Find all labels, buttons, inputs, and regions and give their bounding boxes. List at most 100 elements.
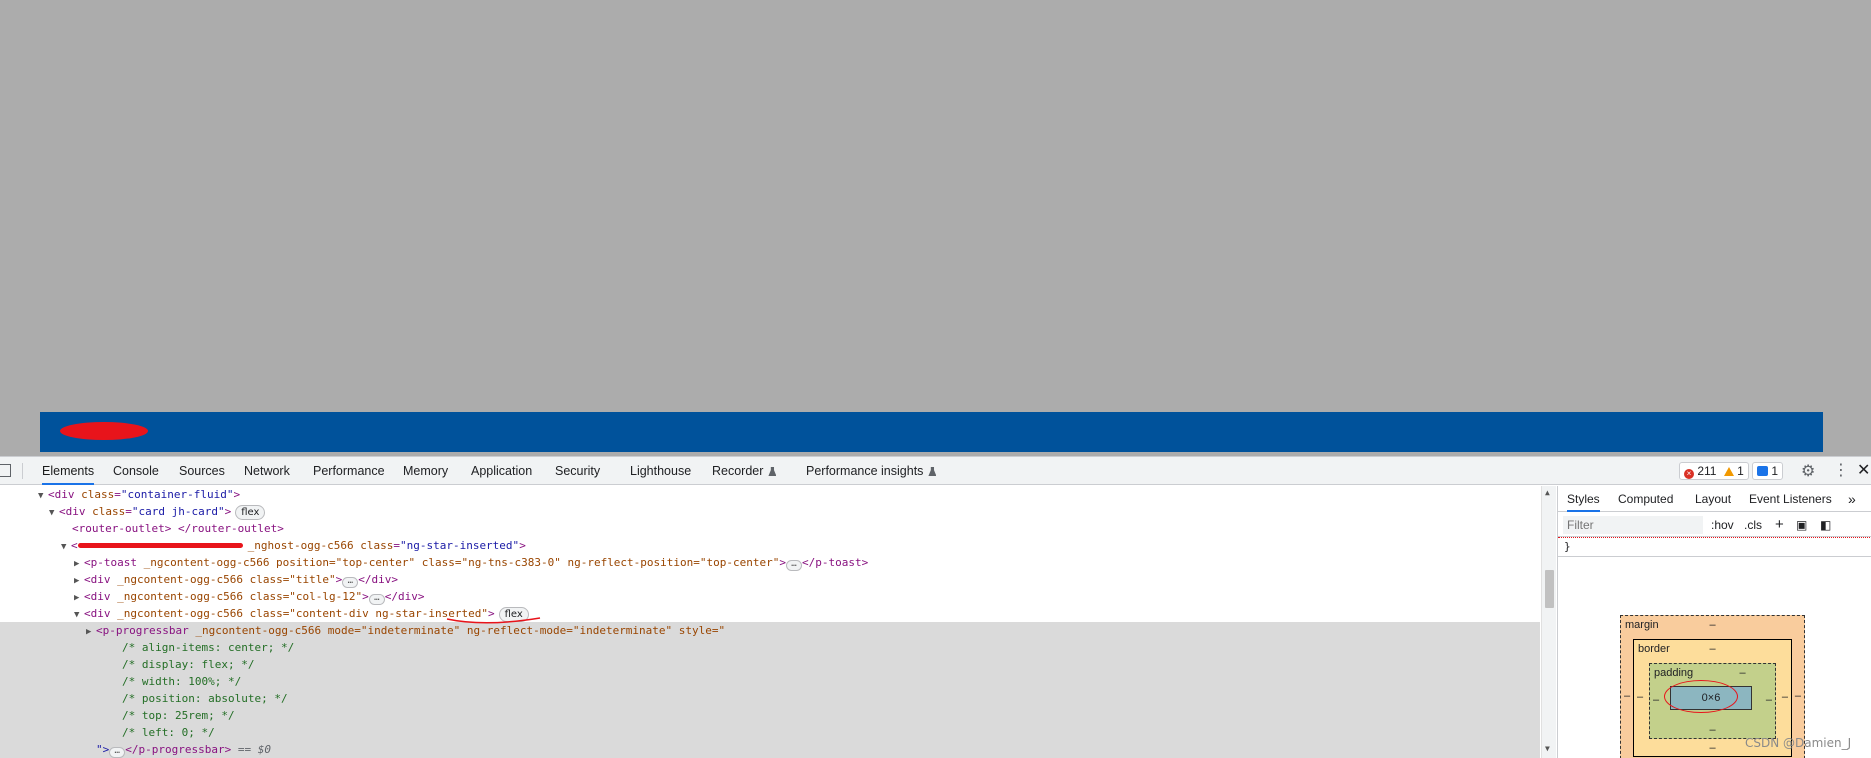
padding-bottom-value[interactable]: – [1650, 724, 1775, 736]
box-model-padding[interactable]: padding – – – – 0×6 [1649, 663, 1776, 739]
tab-label: Memory [403, 464, 449, 478]
tab-sources[interactable]: Sources [179, 457, 225, 485]
padding-top-value[interactable]: – [1680, 667, 1805, 679]
more-options-icon[interactable]: ⋮ [1833, 462, 1849, 478]
ellipsis-icon[interactable]: … [368, 594, 385, 605]
tab-label: Elements [42, 464, 95, 478]
tag-open: <div [84, 590, 118, 603]
tab-label: Computed [1618, 492, 1674, 506]
dom-node[interactable]: <router-outlet> </router-outlet> [72, 520, 284, 537]
class-toggle[interactable]: .cls [1744, 517, 1762, 533]
tab-network[interactable]: Network [244, 457, 290, 485]
padding-left-value[interactable]: – [1653, 694, 1659, 706]
sidebar-tabs: Styles Computed Layout Event Listeners » [1558, 486, 1871, 512]
tab-application[interactable]: Application [471, 457, 532, 485]
dom-node[interactable]: ▶ <div _ngcontent-ogg-c566 class="title">… [74, 571, 398, 588]
tag-open: <p-toast [84, 556, 144, 569]
border-top-value[interactable]: – [1634, 643, 1791, 655]
tag-close: </div> [384, 590, 425, 603]
tab-label: Layout [1695, 492, 1732, 506]
styles-filter-row: :hov .cls + ▣ ◧ [1558, 513, 1871, 537]
style-comment: /* left: 0; */ [122, 726, 215, 739]
dom-node-selected[interactable]: ▶ <p-progressbar _ngcontent-ogg-c566 mode… [0, 622, 1540, 639]
issues-counter[interactable]: 1 [1752, 462, 1784, 480]
dom-node[interactable]: ▼ <div class="container-fluid"> [38, 486, 240, 503]
element-state-icon[interactable]: ▣ [1796, 517, 1807, 533]
margin-right-value[interactable]: – [1795, 690, 1801, 702]
flex-badge[interactable]: flex [235, 505, 266, 520]
tag-close: </p-toast> [802, 556, 869, 569]
device-toolbar-icon[interactable] [0, 464, 11, 477]
dom-node[interactable]: ▶ <p-toast _ngcontent-ogg-c566 position="… [74, 554, 868, 571]
tag-close: </p-progressbar> [125, 743, 232, 756]
toggle-sidebar-icon[interactable]: ◧ [1820, 517, 1831, 533]
tab-styles[interactable]: Styles [1567, 486, 1600, 512]
attr-value: "ng-star-inserted" [399, 539, 520, 552]
margin-top-value[interactable]: – [1621, 619, 1804, 631]
redaction-mark [60, 422, 148, 440]
attr-end: "> [96, 743, 110, 756]
style-comment: /* align-items: center; */ [122, 641, 295, 654]
expanded-arrow-icon[interactable]: ▼ [61, 539, 71, 556]
tab-label: Console [113, 464, 159, 478]
tab-security[interactable]: Security [555, 457, 600, 485]
tag-open: <p-progressbar [96, 624, 196, 637]
style-comment-line: /* align-items: center; */ [0, 639, 1540, 656]
tab-console[interactable]: Console [113, 457, 159, 485]
console-counts[interactable]: × 211 1 [1679, 462, 1749, 480]
border-right-value[interactable]: – [1782, 691, 1788, 703]
scroll-thumb[interactable] [1545, 570, 1554, 608]
tab-layout[interactable]: Layout [1695, 486, 1731, 512]
tab-lighthouse[interactable]: Lighthouse [630, 457, 691, 485]
tag-open: <div [59, 505, 93, 518]
more-tabs-chevron-icon[interactable]: » [1848, 486, 1856, 512]
tab-computed[interactable]: Computed [1618, 486, 1673, 512]
flask-icon [928, 467, 937, 476]
dom-node[interactable]: ▼ <div class="card jh-card"> flex [49, 503, 266, 522]
attr-list: _nghost-ogg-c566 [247, 539, 361, 552]
style-comment: /* top: 25rem; */ [122, 709, 235, 722]
issues-count: 1 [1771, 464, 1779, 478]
tab-elements[interactable]: Elements [42, 457, 95, 485]
warning-count: 1 [1737, 464, 1744, 478]
tab-memory[interactable]: Memory [403, 457, 448, 485]
tab-recorder[interactable]: Recorder [712, 457, 777, 485]
close-icon[interactable]: ✕ [1857, 461, 1870, 479]
scroll-up-icon[interactable]: ▲ [1545, 488, 1550, 497]
tag-open: <div [84, 607, 118, 620]
ellipsis-icon[interactable]: … [342, 577, 359, 588]
attr-list: _ngcontent-ogg-c566 class="col-lg-12" [117, 590, 363, 603]
add-rule-icon[interactable]: + [1775, 517, 1784, 533]
attr-list: _ngcontent-ogg-c566 class="content-div n… [117, 607, 488, 620]
ellipsis-icon[interactable]: … [109, 747, 126, 758]
vertical-scrollbar[interactable]: ▲ ▼ [1541, 486, 1556, 758]
warning-icon [1723, 467, 1734, 476]
tag-open: <div [84, 573, 118, 586]
redaction-mark [78, 543, 243, 548]
dom-tree: ▼ <div class="container-fluid"> ▼ <div cla… [0, 486, 1556, 758]
ellipsis-icon[interactable]: … [786, 560, 802, 571]
tab-label: Event Listeners [1749, 492, 1832, 506]
settings-gear-icon[interactable]: ⚙ [1801, 463, 1815, 479]
margin-left-value[interactable]: – [1624, 690, 1630, 702]
tag-close: > [519, 539, 526, 552]
padding-right-value[interactable]: – [1766, 694, 1772, 706]
dom-node[interactable]: ▶ <div _ngcontent-ogg-c566 class="col-lg-… [74, 588, 425, 605]
style-comment-line: /* left: 0; */ [0, 724, 1540, 741]
style-comment: /* position: absolute; */ [122, 692, 288, 705]
expanded-arrow-icon[interactable]: ▼ [49, 505, 59, 522]
style-comment-line: /* top: 25rem; */ [0, 707, 1540, 724]
scroll-down-icon[interactable]: ▼ [1545, 744, 1550, 753]
styles-filter-input[interactable] [1563, 516, 1703, 534]
tab-performance[interactable]: Performance [313, 457, 385, 485]
tab-label: Performance insights [806, 464, 924, 478]
page-viewport [0, 0, 1871, 456]
tab-event-listeners[interactable]: Event Listeners [1749, 486, 1832, 512]
expanded-arrow-icon[interactable]: ▼ [38, 488, 48, 505]
border-left-value[interactable]: – [1637, 691, 1643, 703]
attr-value: "container-fluid" [120, 488, 234, 501]
hover-state-toggle[interactable]: :hov [1711, 517, 1734, 533]
dom-node-selected-end[interactable]: ">… </p-progressbar> == $0 [0, 741, 1540, 758]
tab-performance-insights[interactable]: Performance insights [806, 457, 937, 485]
tab-label: Sources [179, 464, 225, 478]
